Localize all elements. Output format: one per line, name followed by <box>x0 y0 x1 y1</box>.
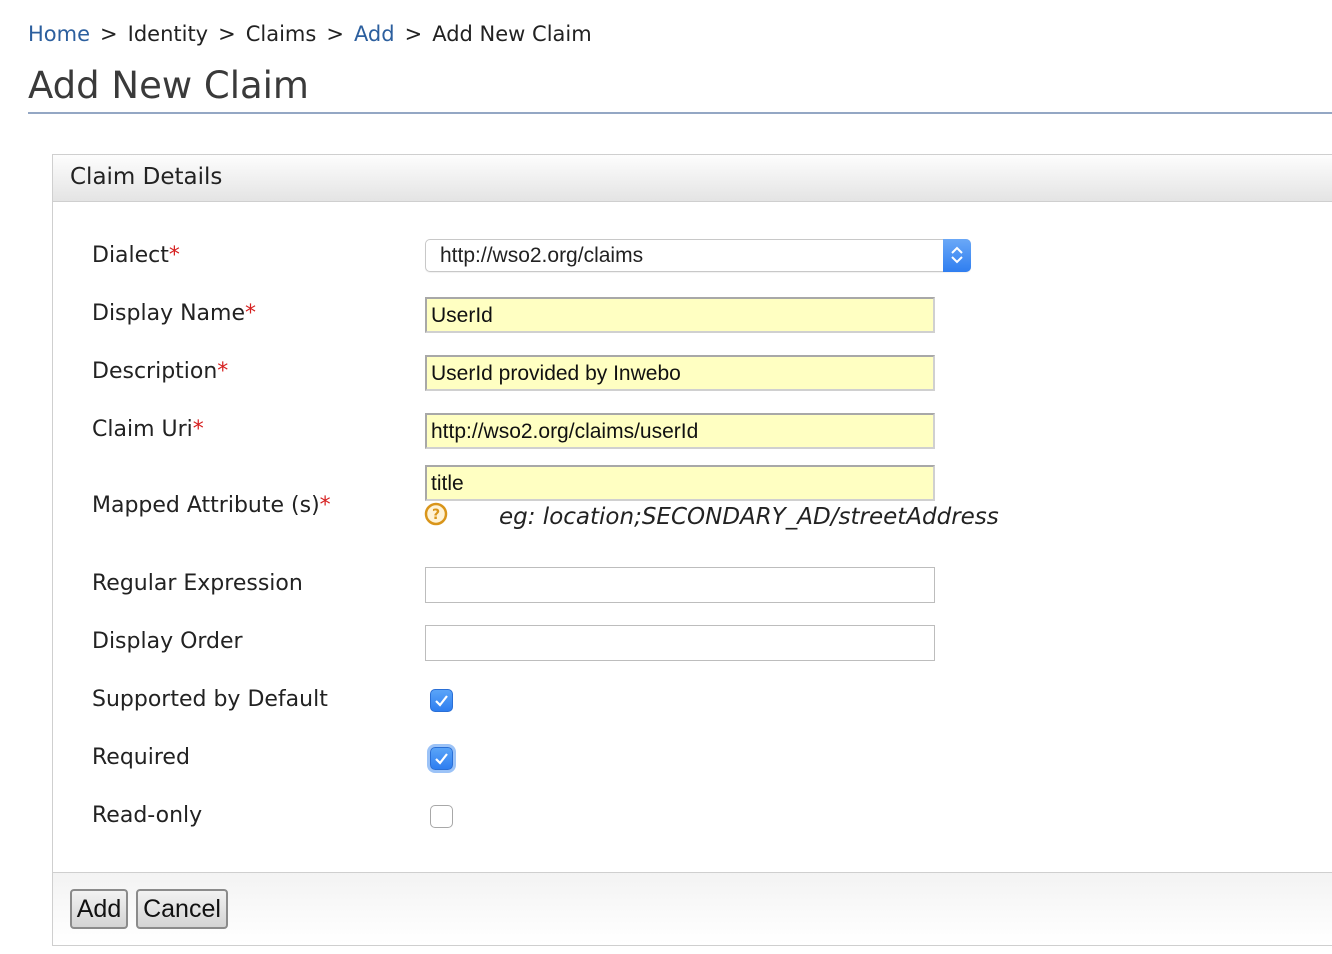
title-divider <box>28 112 1332 114</box>
regular-expression-input[interactable] <box>425 567 935 603</box>
breadcrumb: Home > Identity > Claims > Add > Add New Claim <box>28 22 592 46</box>
dialect-label-text: Dialect <box>92 243 169 268</box>
display-name-label-text: Display Name <box>92 301 245 326</box>
svg-text:?: ? <box>432 507 440 523</box>
read-only-label: Read-only <box>92 803 203 828</box>
checkmark-icon <box>435 695 448 707</box>
display-name-label: Display Name* <box>92 301 256 326</box>
dialect-select[interactable]: http://wso2.org/claims <box>425 239 971 272</box>
breadcrumb-identity: Identity <box>127 22 209 46</box>
required-marker: * <box>192 417 204 442</box>
supported-by-default-checkbox[interactable] <box>430 689 453 712</box>
mapped-attribute-input[interactable]: title <box>425 465 935 501</box>
required-marker: * <box>245 301 256 326</box>
breadcrumb-separator: > <box>326 22 344 46</box>
breadcrumb-add-link[interactable]: Add <box>354 22 395 46</box>
required-marker: * <box>168 243 180 268</box>
display-order-input[interactable] <box>425 625 935 661</box>
page-title: Add New Claim <box>28 64 309 107</box>
mapped-attribute-label: Mapped Attribute (s)* <box>92 493 331 518</box>
help-icon[interactable]: ? <box>424 502 448 526</box>
claim-uri-label: Claim Uri* <box>92 417 204 442</box>
breadcrumb-separator: > <box>100 22 118 46</box>
regular-expression-label: Regular Expression <box>92 571 303 596</box>
claim-uri-label-text: Claim Uri <box>92 417 193 442</box>
cancel-button[interactable]: Cancel <box>136 889 228 929</box>
footer-divider <box>53 872 1332 873</box>
panel-header: Claim Details <box>53 155 1332 202</box>
chevron-updown-icon <box>943 239 971 272</box>
checkmark-icon <box>435 753 448 765</box>
display-order-label: Display Order <box>92 629 243 654</box>
breadcrumb-claims: Claims <box>245 22 317 46</box>
description-label: Description* <box>92 359 228 384</box>
breadcrumb-home-link[interactable]: Home <box>28 22 90 46</box>
claim-details-panel: Claim Details <box>52 154 1332 946</box>
mapped-attribute-hint: eg: location;SECONDARY_AD/streetAddress <box>499 504 999 530</box>
dialect-select-value: http://wso2.org/claims <box>440 244 644 267</box>
description-label-text: Description <box>92 359 218 384</box>
required-marker: * <box>319 493 331 518</box>
read-only-checkbox[interactable] <box>430 805 453 828</box>
claim-uri-input[interactable]: http://wso2.org/claims/userId <box>425 413 935 449</box>
breadcrumb-current: Add New Claim <box>432 22 592 46</box>
display-name-input[interactable]: UserId <box>425 297 935 333</box>
button-bar <box>53 873 1332 944</box>
add-button[interactable]: Add <box>70 889 128 929</box>
breadcrumb-separator: > <box>218 22 236 46</box>
required-marker: * <box>217 359 229 384</box>
required-label: Required <box>92 745 190 770</box>
description-input[interactable]: UserId provided by Inwebo <box>425 355 935 391</box>
breadcrumb-separator: > <box>404 22 423 46</box>
dialect-label: Dialect* <box>92 243 180 268</box>
mapped-attribute-label-text: Mapped Attribute (s) <box>92 493 320 518</box>
required-checkbox[interactable] <box>430 747 453 770</box>
supported-by-default-label: Supported by Default <box>92 687 328 712</box>
